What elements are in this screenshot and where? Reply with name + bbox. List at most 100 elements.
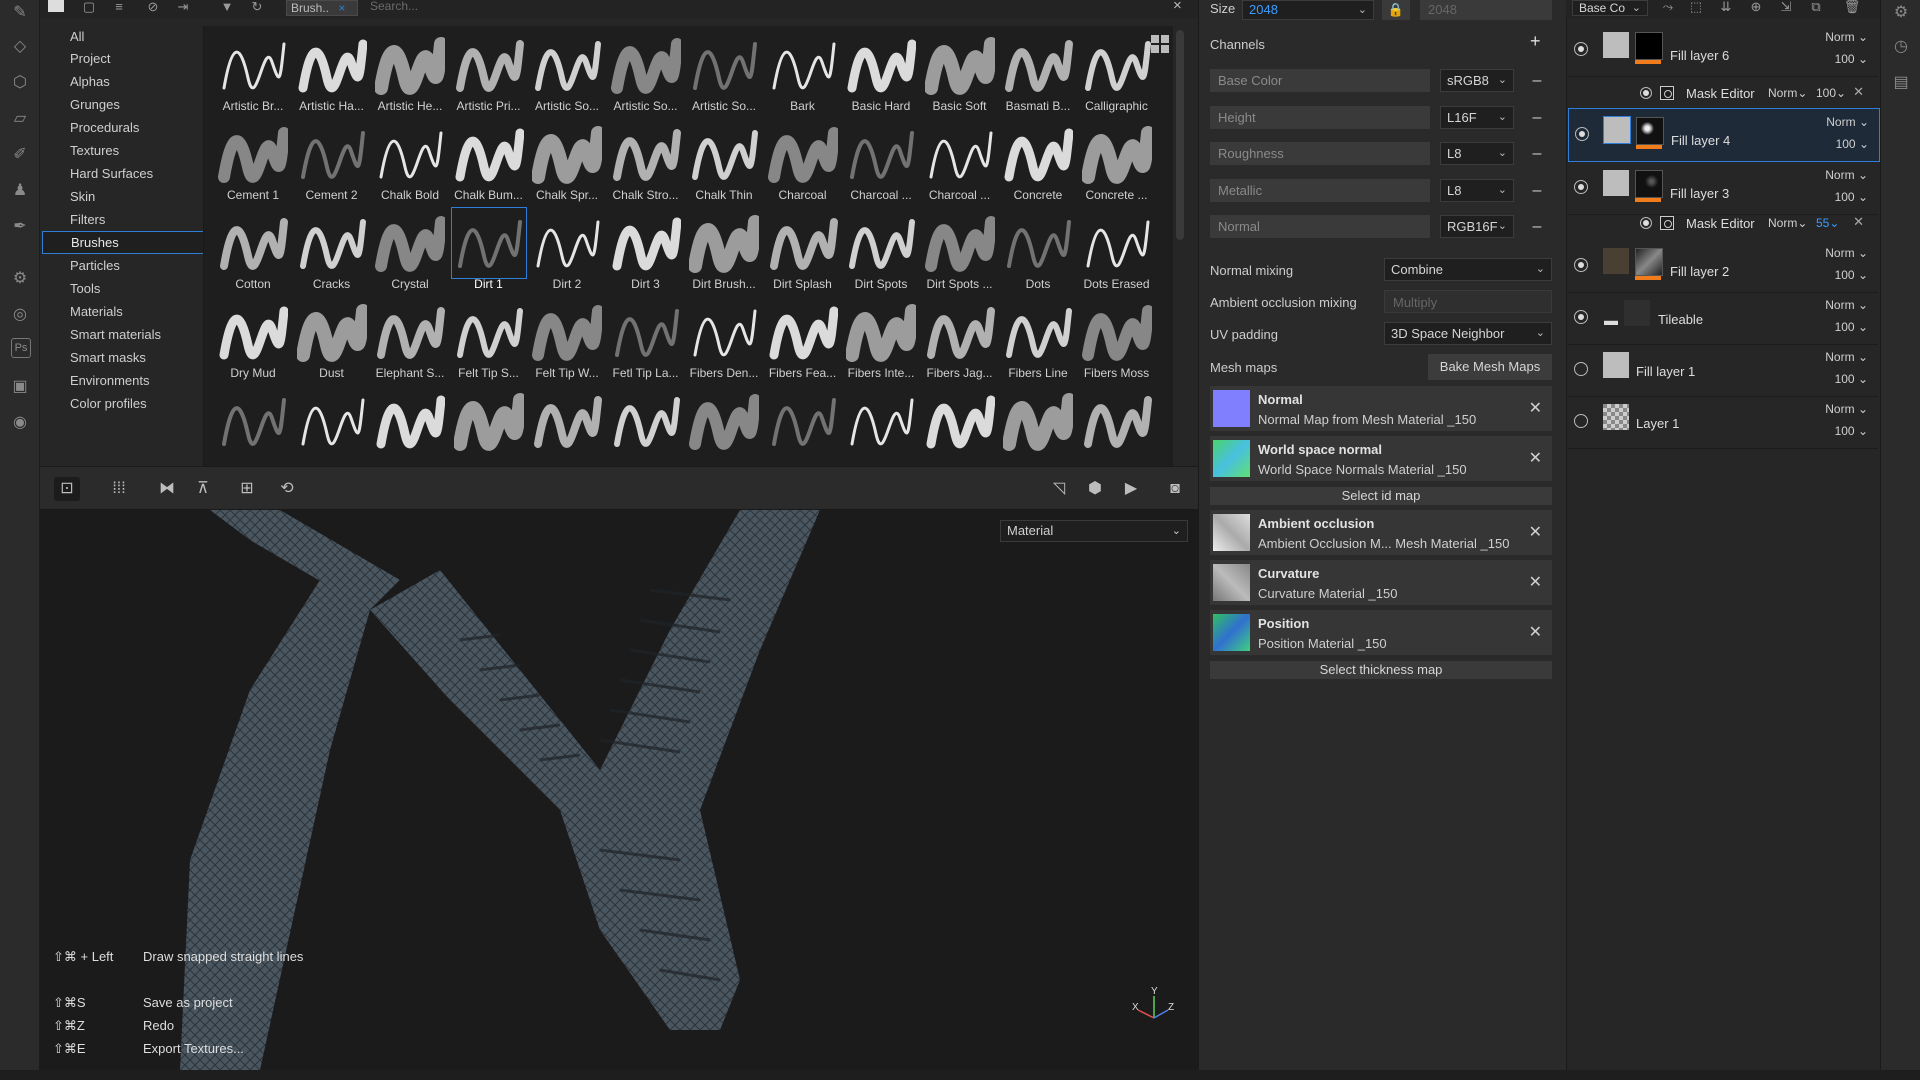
blend-mode-select[interactable]: Norm ⌄ [1825,246,1868,260]
channel-name-field[interactable]: Base Color [1210,69,1430,92]
effect-opacity[interactable]: 55⌄ [1816,216,1839,230]
brush-item[interactable]: Artistic He... [371,26,449,115]
grid-view-icon[interactable] [1150,34,1170,54]
mesh-map-normal[interactable]: Normal Normal Map from Mesh Material _15… [1210,386,1552,431]
uv-padding-select[interactable]: 3D Space Neighbor ⌄ [1384,322,1552,345]
brush-item[interactable] [293,382,371,466]
refresh-icon[interactable]: ↻ [248,0,266,14]
add-layer-icon[interactable]: ⊕ [1746,0,1766,14]
projection-icon[interactable]: ⬡ [8,70,32,94]
tiling-icon[interactable]: ⁞⁞⁞ [106,477,132,501]
brush-item[interactable]: Basic Soft [921,26,999,115]
brush-item[interactable]: Calligraphic [1078,26,1156,115]
channel-name-field[interactable]: Normal [1210,215,1430,238]
visibility-toggle-icon[interactable] [1640,87,1652,99]
add-mask-icon[interactable]: ⬚ [1686,0,1706,14]
remove-map-icon[interactable]: ✕ [1529,398,1542,418]
normal-mixing-select[interactable]: Combine ⌄ [1384,258,1552,281]
layer-row[interactable]: Fill layer 2 Norm ⌄ 100 ⌄ [1568,240,1878,293]
brush-item[interactable]: Elephant S... [371,293,449,382]
visibility-toggle-icon[interactable] [1574,42,1588,56]
brush-item[interactable] [764,382,842,466]
blend-mode-select[interactable]: Norm ⌄ [1825,298,1868,312]
brush-item[interactable]: Chalk Bum... [450,115,528,204]
brush-item[interactable]: Felt Tip W... [528,293,606,382]
brush-item[interactable]: Fibers Fea... [764,293,842,382]
brush-item[interactable] [450,382,528,466]
brush-item[interactable]: Cement 1 [214,115,292,204]
add-fill-layer-icon[interactable]: ⇊ [1716,0,1736,14]
smudge-icon[interactable]: ✐ [8,142,32,166]
blend-mode-select[interactable]: Norm ⌄ [1826,115,1869,129]
brush-item[interactable]: Dirt Splash [764,204,842,293]
add-effect-icon[interactable]: ⤳ [1658,0,1678,14]
color-picker-icon[interactable]: ✒ [8,214,32,238]
brush-item[interactable]: Charcoal [764,115,842,204]
brush-item[interactable]: Felt Tip S... [450,293,528,382]
brush-item[interactable]: Cotton [214,204,292,293]
polygon-fill-icon[interactable]: ▱ [8,106,32,130]
shelf-view-icon[interactable] [48,0,64,12]
remove-map-icon[interactable]: ✕ [1529,522,1542,542]
channel-name-field[interactable]: Metallic [1210,179,1430,202]
camera-icon[interactable]: ▶ [1118,477,1144,501]
category-brushes[interactable]: Brushes [42,231,230,254]
brush-item[interactable]: Fibers Jag... [921,293,999,382]
brush-item[interactable]: Dirt 1 [450,204,528,293]
brush-item[interactable]: Chalk Bold [371,115,449,204]
remove-map-icon[interactable]: ✕ [1529,572,1542,592]
duplicate-icon[interactable]: ⧉ [1806,0,1826,14]
brush-item[interactable]: Dots [999,204,1077,293]
brush-item[interactable] [685,382,763,466]
mesh-map-curvature[interactable]: Curvature Curvature Material _150 ✕ [1210,560,1552,605]
blend-mode-select[interactable]: Norm⌄ [1768,86,1807,100]
shelf-scrollbar[interactable] [1176,30,1184,240]
brush-item[interactable] [371,382,449,466]
mask-editor-row[interactable]: Mask Editor Norm⌄ 100⌄ ✕ [1568,80,1878,106]
brush-item[interactable] [214,382,292,466]
blend-mode-select[interactable]: Norm ⌄ [1825,402,1868,416]
channel-name-field[interactable]: Roughness [1210,142,1430,165]
remove-channel-icon[interactable]: – [1530,110,1544,126]
brush-item[interactable]: Fibers Line [999,293,1077,382]
brush-item[interactable] [528,382,606,466]
visibility-toggle-icon[interactable] [1574,310,1588,324]
brush-item[interactable]: Charcoal ... [921,115,999,204]
folder-row[interactable]: ▬ Tileable Norm ⌄ 100 ⌄ [1568,292,1878,345]
visibility-toggle-icon[interactable] [1640,217,1652,229]
screenshot-icon[interactable]: ◙ [1162,477,1188,501]
brush-item[interactable]: Fibers Inte... [842,293,920,382]
brush-item[interactable] [999,382,1077,466]
blend-mode-select[interactable]: Norm ⌄ [1825,168,1868,182]
brush-item[interactable]: Fibers Moss [1078,293,1156,382]
shelf-filter-tag[interactable]: Brush.. × [286,0,358,16]
brush-item[interactable]: Artistic Pri... [450,26,528,115]
visibility-toggle-icon[interactable] [1574,258,1588,272]
mesh-map-ambient-occlusion[interactable]: Ambient occlusion Ambient Occlusion M...… [1210,510,1552,555]
layer-row[interactable]: Fill layer 6 Norm ⌄ 100 ⌄ [1568,24,1878,77]
brush-item[interactable]: Basmati B... [999,26,1077,115]
import-icon[interactable]: ⇥ [174,0,192,14]
select-thickness-map-button[interactable]: Select thickness map [1210,661,1552,679]
size-select[interactable]: 2048 ⌄ [1242,0,1374,20]
mesh-map-world-space-normal[interactable]: World space normal World Space Normals M… [1210,436,1552,481]
remove-map-icon[interactable]: ✕ [1529,622,1542,642]
settings-gear-icon[interactable]: ⚙ [1889,0,1913,24]
channel-format-select[interactable]: L8 ⌄ [1440,142,1514,165]
brush-item[interactable]: Chalk Thin [685,115,763,204]
brush-item[interactable]: Dry Mud [214,293,292,382]
blend-mode-select[interactable]: Norm ⌄ [1825,30,1868,44]
select-id-map-button[interactable]: Select id map [1210,487,1552,505]
layer-opacity[interactable]: 100 ⌄ [1835,320,1868,334]
brush-item[interactable]: Cracks [293,204,371,293]
list-view-icon[interactable]: ≡ [110,0,128,14]
brush-item[interactable] [1078,382,1156,466]
3d-viewport[interactable] [40,510,1198,1070]
layer-row-selected[interactable]: Fill layer 4 Norm ⌄ 100 ⌄ [1568,108,1880,162]
brush-item[interactable]: Artistic Br... [214,26,292,115]
settings-cycle-icon[interactable]: ◉ [8,410,32,434]
visibility-toggle-icon[interactable] [1574,180,1588,194]
layer-row[interactable]: Fill layer 1 Norm ⌄ 100 ⌄ [1568,344,1878,397]
view-mode-icon[interactable]: ◹ [1046,477,1072,501]
channel-format-select[interactable]: L16F ⌄ [1440,106,1514,129]
